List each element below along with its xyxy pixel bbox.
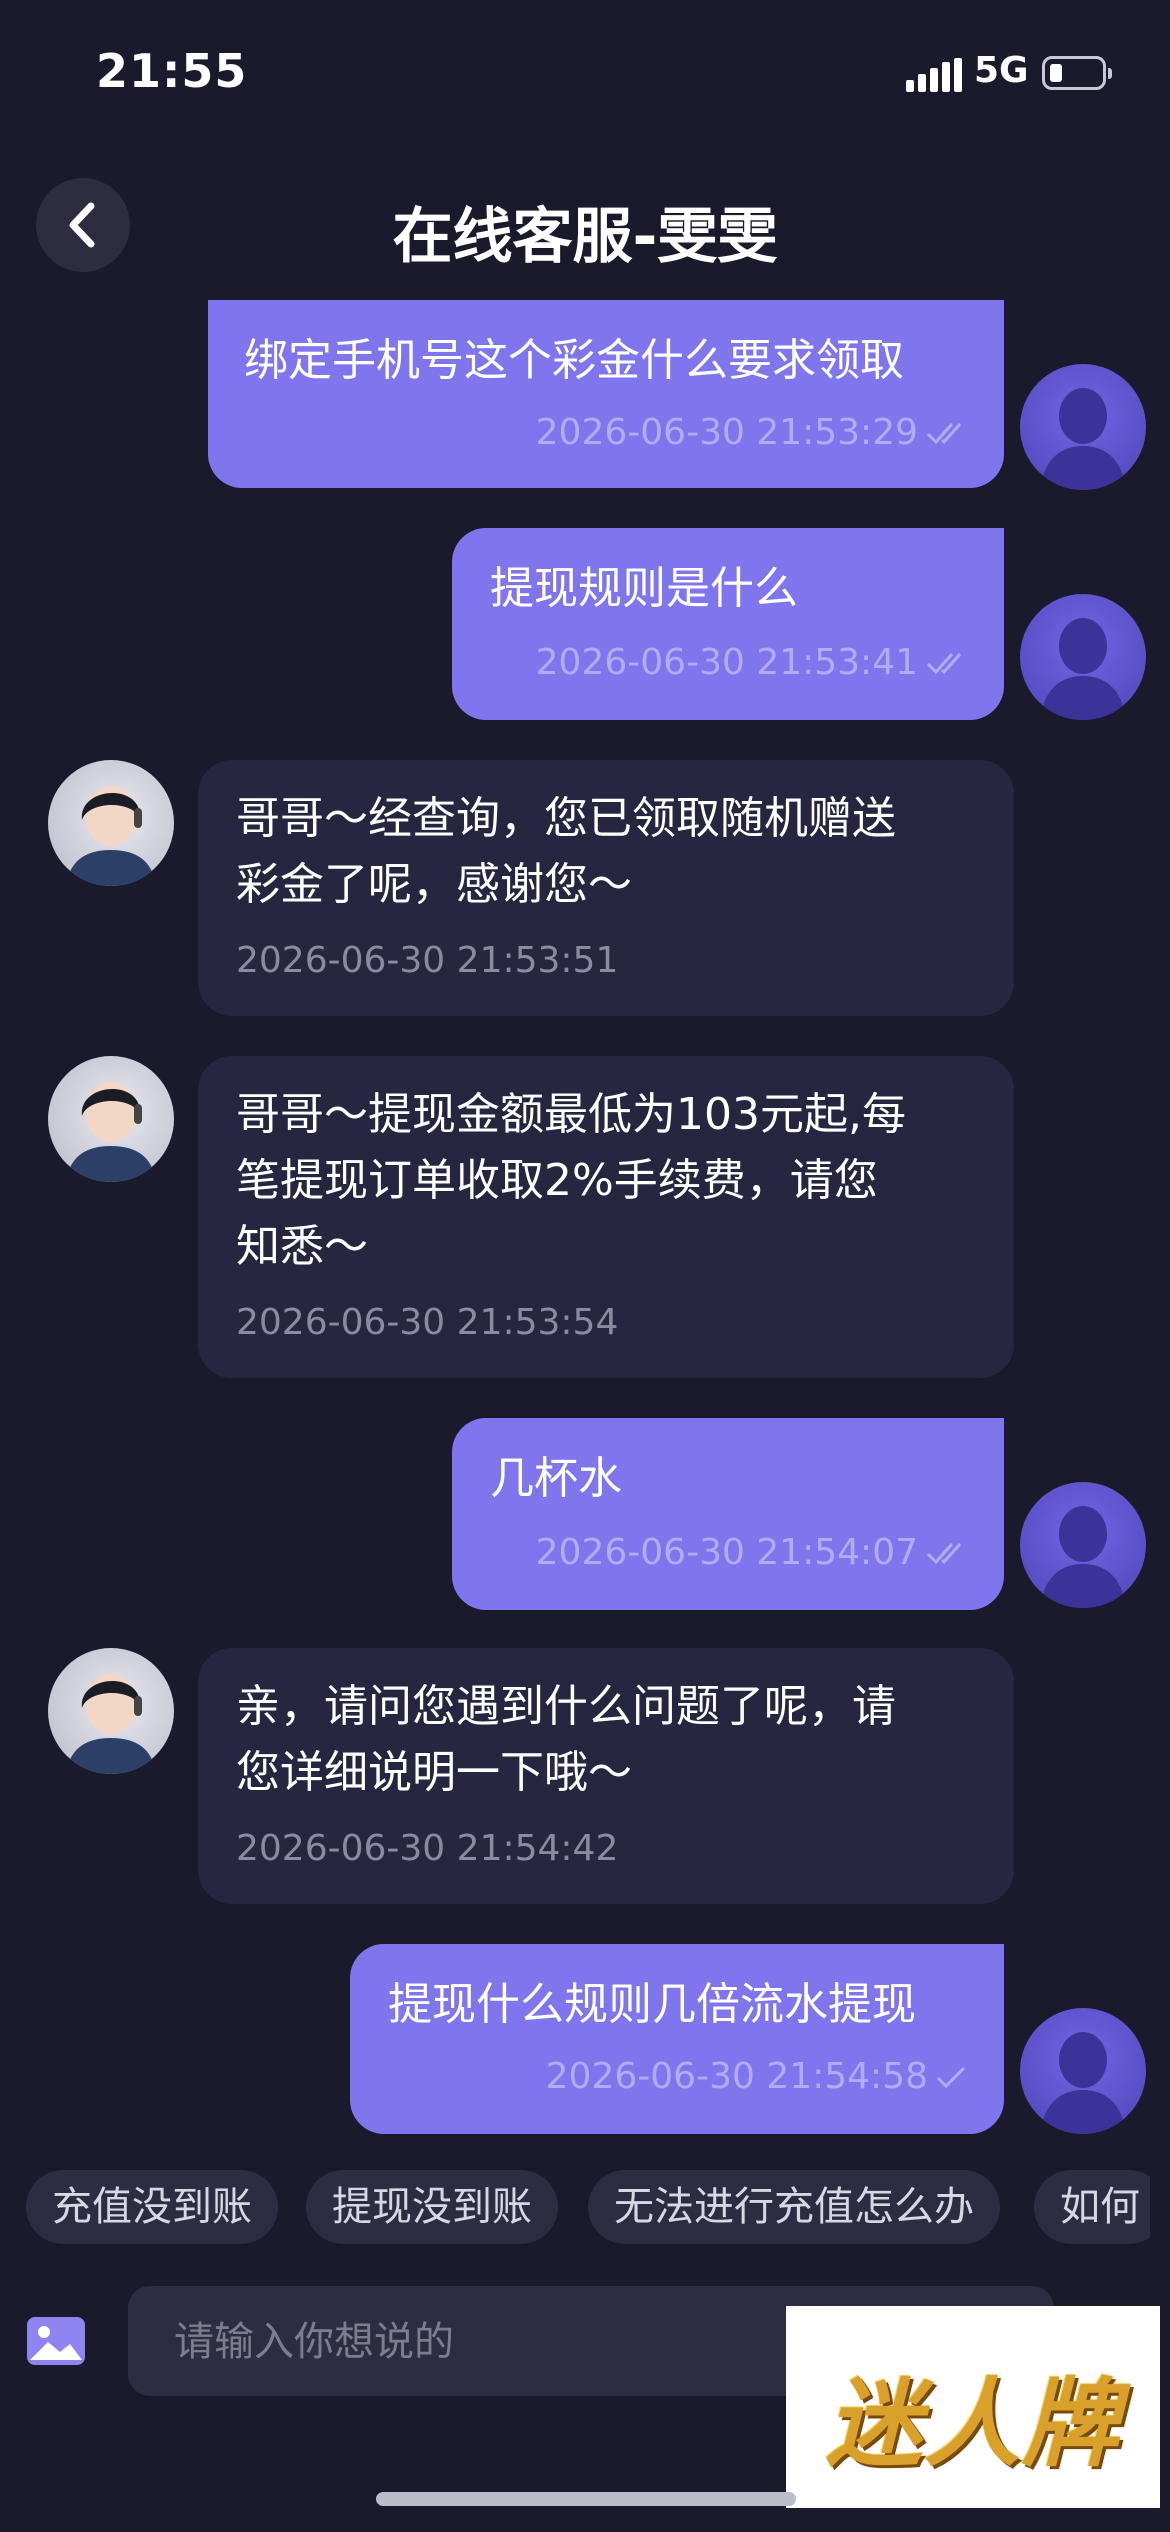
single-check-icon — [936, 2066, 966, 2088]
person-silhouette-icon — [1040, 388, 1126, 490]
message-line: 哥哥～提现金额最低为103元起,每 — [236, 1089, 906, 1140]
message-line: 您详细说明一下哦～ — [236, 1747, 632, 1798]
message-line: 哥哥～经查询，您已领取随机赠送 — [236, 793, 896, 844]
message-meta: 2026-06-30 21:53:41 — [536, 642, 970, 683]
watermark-logo: 迷人牌 — [786, 2306, 1160, 2508]
message-time: 2026-06-30 21:54:58 — [545, 2056, 928, 2097]
user-avatar[interactable] — [1020, 364, 1146, 490]
double-check-icon — [926, 1542, 962, 1564]
message-meta: 2026-06-30 21:54:58 — [546, 2056, 970, 2097]
status-time: 21:55 — [96, 44, 248, 98]
message-text: 绑定手机号这个彩金什么要求领取 — [244, 335, 904, 386]
quick-reply-chip[interactable]: 如何 — [1034, 2170, 1150, 2244]
quick-reply-chip[interactable]: 提现没到账 — [306, 2170, 558, 2244]
person-silhouette-icon — [1040, 618, 1126, 720]
message-line: 知悉～ — [236, 1221, 368, 1272]
chat-screen: 21:55 5G 在线客服-雯雯 绑定手机号这个彩金什么要求领取 2026-06… — [0, 0, 1170, 2532]
message-meta: 2026-06-30 21:53:29 — [536, 412, 970, 453]
message-text: 提现规则是什么 — [490, 563, 798, 614]
agent-avatar[interactable] — [48, 1648, 174, 1774]
battery-icon — [1042, 56, 1112, 90]
quick-reply-chip[interactable]: 充值没到账 — [26, 2170, 278, 2244]
double-check-icon — [926, 422, 962, 444]
agent-portrait-icon — [66, 1674, 156, 1774]
user-avatar[interactable] — [1020, 1482, 1146, 1608]
message-text: 几杯水 — [490, 1453, 622, 1504]
message-bubble[interactable]: 哥哥～经查询，您已领取随机赠送 彩金了呢，感谢您～ 2026-06-30 21:… — [198, 760, 1014, 1016]
message-bubble[interactable]: 绑定手机号这个彩金什么要求领取 2026-06-30 21:53:29 — [208, 300, 1004, 488]
message-bubble[interactable]: 提现规则是什么 2026-06-30 21:53:41 — [452, 528, 1004, 720]
agent-avatar[interactable] — [48, 760, 174, 886]
double-check-icon — [926, 652, 962, 674]
person-silhouette-icon — [1040, 1506, 1126, 1608]
user-avatar[interactable] — [1020, 2008, 1146, 2134]
message-bubble[interactable]: 亲，请问您遇到什么问题了呢，请 您详细说明一下哦～ 2026-06-30 21:… — [198, 1648, 1014, 1904]
message-meta: 2026-06-30 21:54:07 — [536, 1532, 970, 1573]
person-silhouette-icon — [1040, 2032, 1126, 2134]
quick-reply-bar: 充值没到账 提现没到账 无法进行充值怎么办 如何 — [0, 2170, 1150, 2244]
message-bubble[interactable]: 提现什么规则几倍流水提现 2026-06-30 21:54:58 — [350, 1944, 1004, 2134]
image-icon[interactable] — [26, 2316, 86, 2366]
home-indicator[interactable] — [376, 2492, 796, 2506]
cellular-signal-icon — [906, 58, 962, 92]
agent-avatar[interactable] — [48, 1056, 174, 1182]
network-type: 5G — [974, 50, 1029, 91]
watermark-text: 迷人牌 — [826, 2367, 1120, 2480]
agent-portrait-icon — [66, 786, 156, 886]
message-time: 2026-06-30 21:53:41 — [535, 642, 918, 683]
chat-header: 在线客服-雯雯 — [0, 160, 1170, 300]
message-time: 2026-06-30 21:53:51 — [236, 940, 619, 981]
message-time: 2026-06-30 21:53:54 — [236, 1302, 619, 1343]
agent-portrait-icon — [66, 1082, 156, 1182]
message-time: 2026-06-30 21:54:42 — [236, 1828, 619, 1869]
message-bubble[interactable]: 哥哥～提现金额最低为103元起,每 笔提现订单收取2%手续费，请您 知悉～ 20… — [198, 1056, 1014, 1378]
message-line: 彩金了呢，感谢您～ — [236, 859, 632, 910]
message-time: 2026-06-30 21:54:07 — [535, 1532, 918, 1573]
message-bubble[interactable]: 几杯水 2026-06-30 21:54:07 — [452, 1418, 1004, 1610]
status-bar: 21:55 5G — [0, 0, 1170, 150]
user-avatar[interactable] — [1020, 594, 1146, 720]
message-line: 笔提现订单收取2%手续费，请您 — [236, 1155, 878, 1206]
message-line: 亲，请问您遇到什么问题了呢，请 — [236, 1681, 896, 1732]
page-title: 在线客服-雯雯 — [392, 202, 778, 272]
message-time: 2026-06-30 21:53:29 — [535, 412, 918, 453]
quick-reply-chip[interactable]: 无法进行充值怎么办 — [588, 2170, 1000, 2244]
message-text: 提现什么规则几倍流水提现 — [388, 1979, 916, 2030]
